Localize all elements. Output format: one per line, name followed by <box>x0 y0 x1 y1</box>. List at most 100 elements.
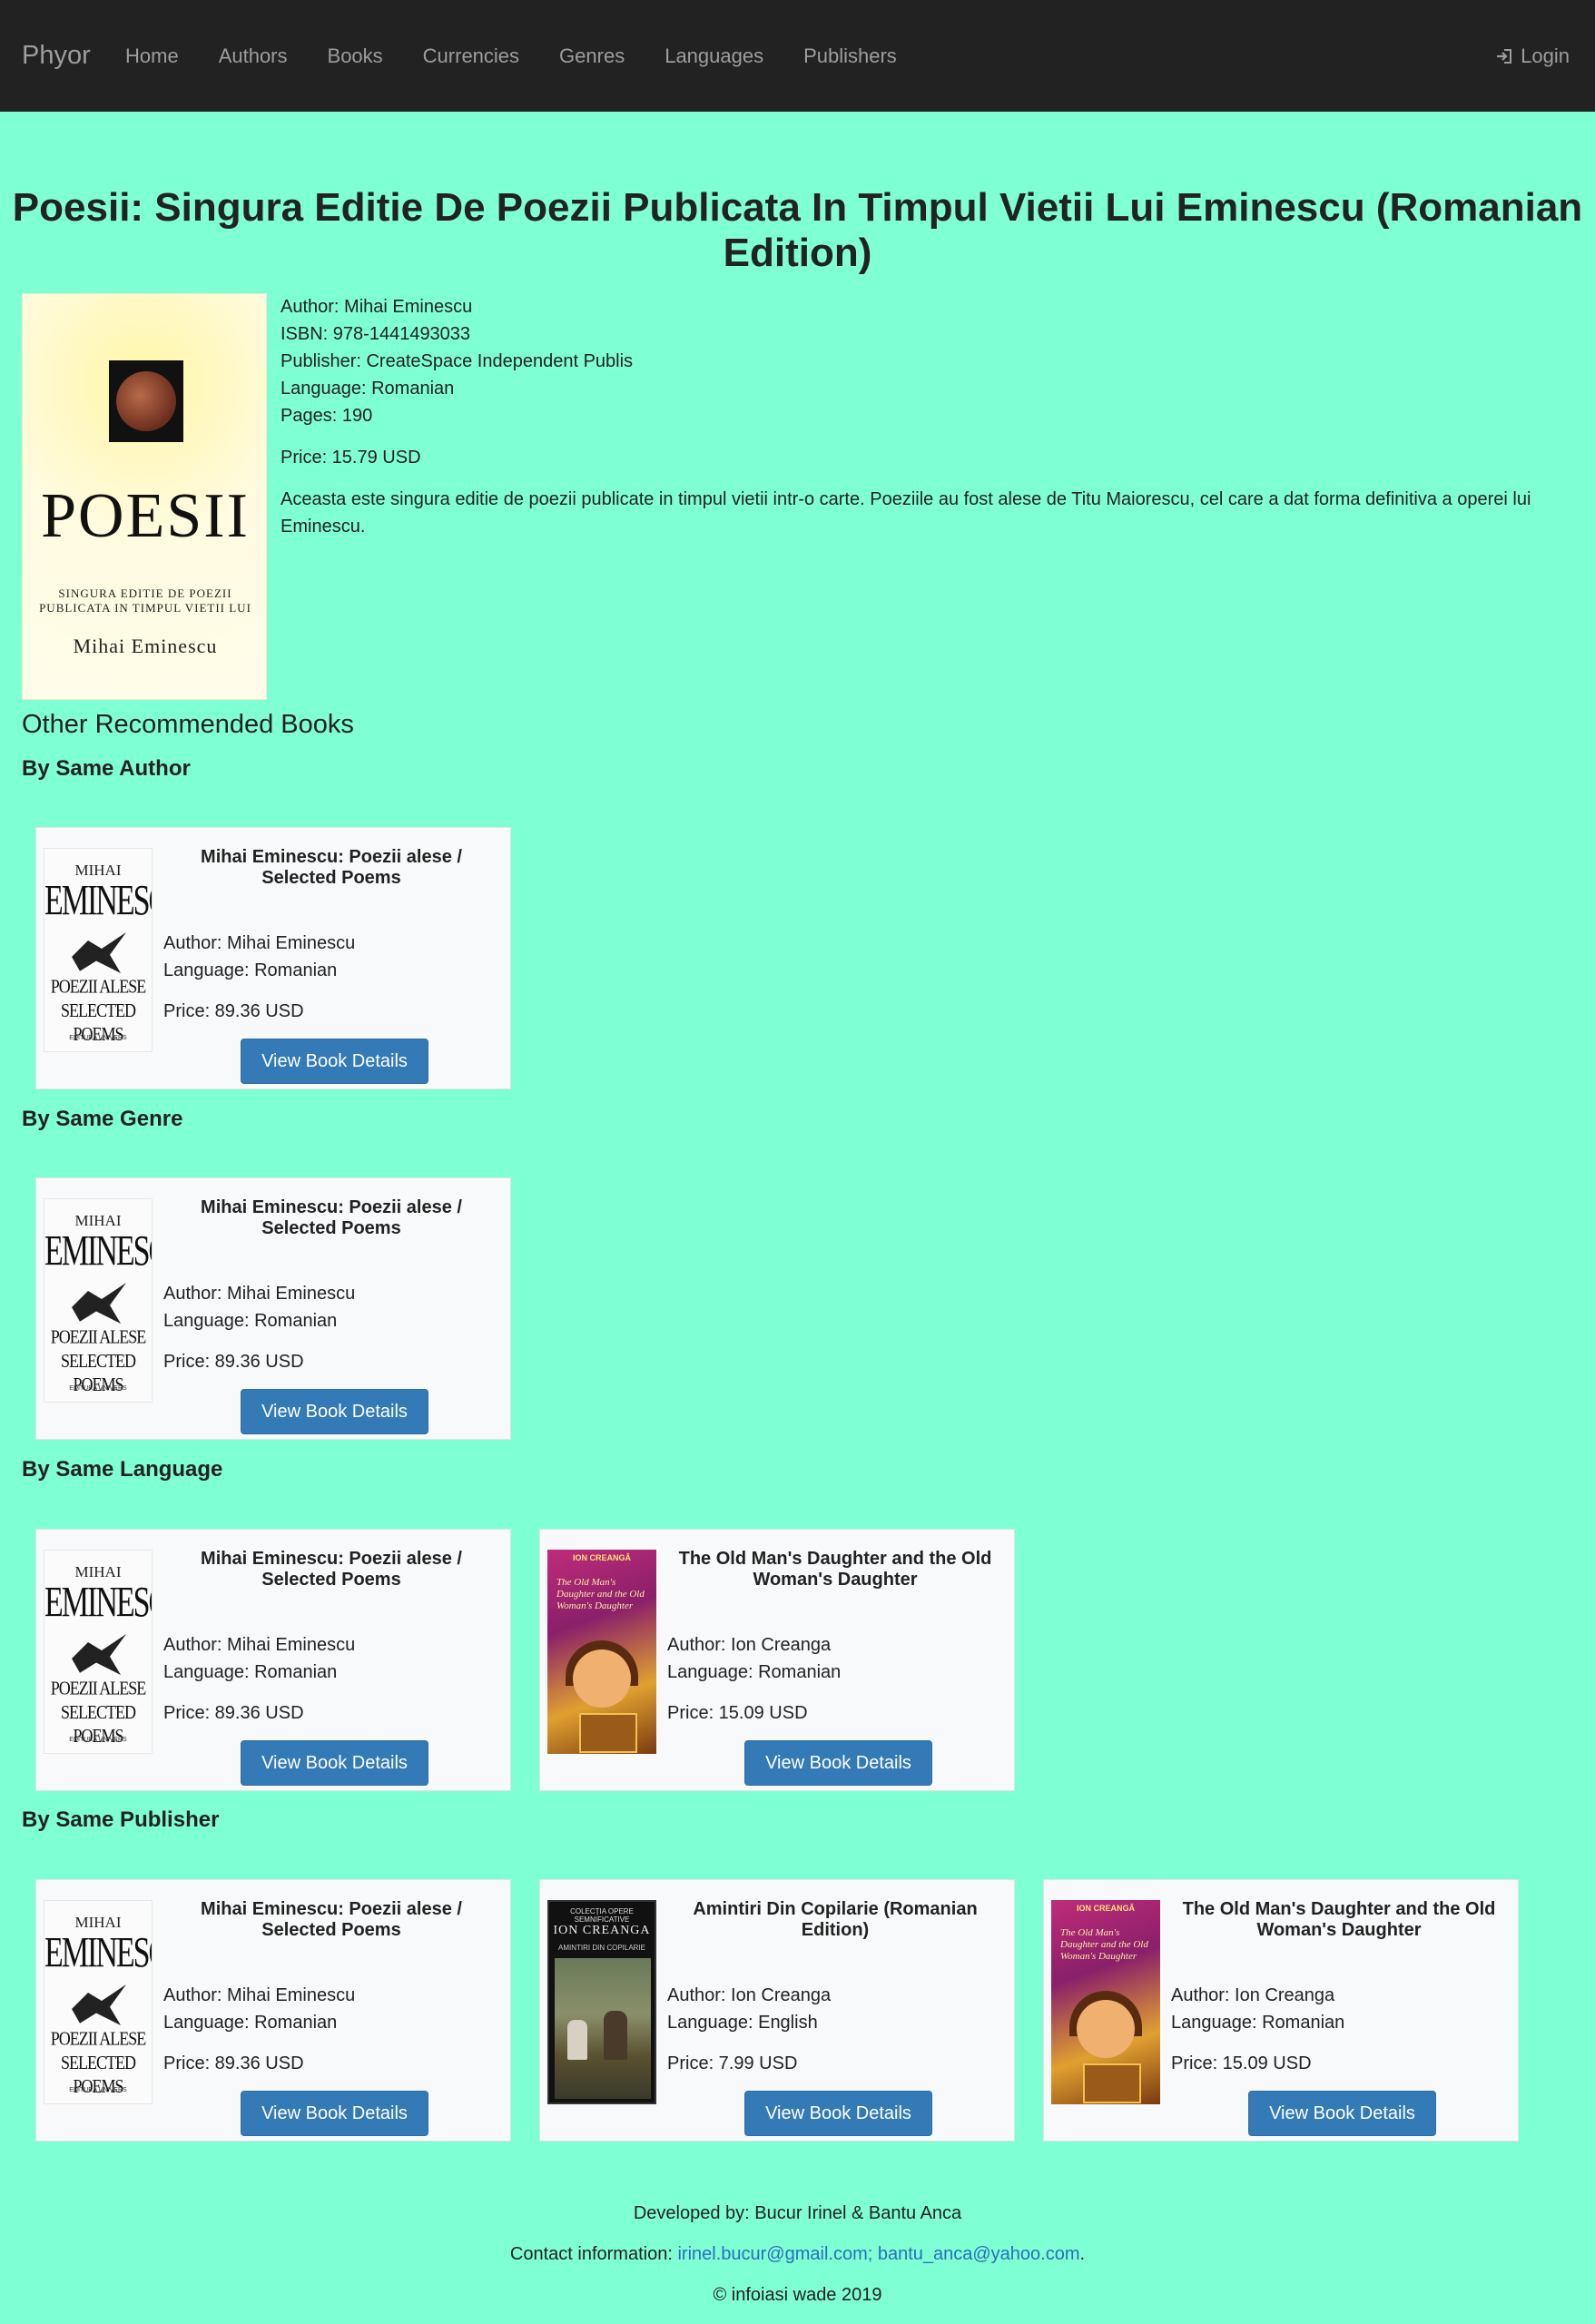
thumb-bird-image <box>72 1634 126 1675</box>
thumb-illustration-figure <box>604 2011 627 2060</box>
footer-developed: Developed by: Bucur Irinel & Bantu Anca <box>633 2203 962 2223</box>
book-thumbnail: ION CREANGĂ The Old Man's Daughter and th… <box>1051 1900 1160 2104</box>
book-card-title: The Old Man's Daughter and the Old Woman… <box>1182 1899 1496 1940</box>
thumb-text-line1: POEZII ALESE <box>50 1325 147 1348</box>
book-thumbnail: MIHAIEMINESCUPOEZII ALESESELECTED POEMSE… <box>44 1550 153 1754</box>
recommended-heading: Other Recommended Books <box>22 710 354 739</box>
thumb-text-top: MIHAI <box>74 862 122 879</box>
book-card-price: Price: 15.09 USD <box>667 1703 808 1723</box>
book-pages: Pages: 190 <box>281 406 373 426</box>
navbar: Phyor Home Authors Books Currencies Genr… <box>0 0 1595 112</box>
thumb-bird-image <box>72 1984 126 2025</box>
book-card-title: Mihai Eminescu: Poezii alese / Selected … <box>201 1549 462 1590</box>
book-thumbnail: MIHAIEMINESCUPOEZII ALESESELECTED POEMSE… <box>44 1198 153 1403</box>
thumb-illustration-face <box>1077 2000 1135 2058</box>
cover-subtitle: Singura editie de poezii publicata in ti… <box>23 586 266 615</box>
book-card-info: Author: Ion Creanga Language: Romanian <box>1171 1982 1344 2036</box>
book-card-info: Author: Mihai Eminescu Language: Romanian <box>163 1280 355 1334</box>
contact-emails-link[interactable]: irinel.bucur@gmail.com; bantu_anca@yahoo… <box>677 2244 1079 2264</box>
book-card-price: Price: 89.36 USD <box>163 2053 304 2073</box>
view-book-details-button[interactable]: View Book Details <box>744 2091 932 2136</box>
thumb-text-top: MIHAI <box>74 1563 122 1581</box>
book-description: Aceasta este singura editie de poezii pu… <box>281 489 1531 537</box>
book-card-price: Price: 89.36 USD <box>163 1703 304 1723</box>
book-card-author: Author: Mihai Eminescu <box>163 1985 356 2005</box>
view-book-details-button[interactable]: View Book Details <box>241 1740 428 1786</box>
section-heading: By Same Publisher <box>22 1807 220 1832</box>
book-card-language: Language: Romanian <box>1171 2013 1345 2033</box>
book-thumbnail: COLECȚIA OPERE SEMNIFICATIVE ION CREANGA A… <box>547 1900 656 2104</box>
book-card-language: Language: Romanian <box>667 1662 842 1682</box>
nav-genres[interactable]: Genres <box>539 0 645 112</box>
book-card-title: Mihai Eminescu: Poezii alese / Selected … <box>201 1899 462 1940</box>
book-card-title: The Old Man's Daughter and the Old Woman… <box>678 1549 992 1590</box>
book-card: MIHAIEMINESCUPOEZII ALESESELECTED POEMSE… <box>35 1177 511 1440</box>
book-card-info: Author: Mihai Eminescu Language: Romanian <box>163 1631 355 1686</box>
book-card-title: Amintiri Din Copilarie (Romanian Edition… <box>693 1899 978 1940</box>
thumb-text-name: EMINESCU <box>44 1930 152 1977</box>
book-card: MIHAIEMINESCUPOEZII ALESESELECTED POEMSE… <box>35 1879 511 2142</box>
thumb-bird-image <box>72 932 126 973</box>
login-icon <box>1497 48 1512 64</box>
thumb-illustration-chest <box>1083 2063 1141 2103</box>
book-card-price: Price: 15.09 USD <box>1171 2053 1312 2073</box>
thumb-text-line1: POEZII ALESE <box>50 1677 147 1699</box>
cover-moon-image <box>109 360 183 442</box>
view-book-details-button[interactable]: View Book Details <box>241 2091 428 2136</box>
brand-link[interactable]: Phyor <box>22 0 91 112</box>
thumb-text-name: EMINESCU <box>44 878 152 925</box>
book-thumbnail: MIHAIEMINESCUPOEZII ALESESELECTED POEMSE… <box>44 1900 153 2104</box>
thumb-imprint: EDITURA UNIVERS <box>69 1737 127 1743</box>
book-card-author: Author: Ion Creanga <box>667 1635 832 1655</box>
thumb-text-author: ION CREANGĂ <box>572 1553 631 1562</box>
nav-publishers[interactable]: Publishers <box>783 0 917 112</box>
book-card-language: Language: Romanian <box>163 960 338 980</box>
book-card-language: Language: Romanian <box>163 2013 338 2033</box>
page-title: Poesii: Singura Editie De Poezii Publica… <box>12 185 1583 275</box>
nav-books[interactable]: Books <box>308 0 403 112</box>
book-card: ION CREANGĂ The Old Man's Daughter and th… <box>1043 1879 1519 2142</box>
view-book-details-button[interactable]: View Book Details <box>241 1039 428 1084</box>
book-card: ION CREANGĂ The Old Man's Daughter and th… <box>539 1529 1015 1791</box>
nav-home[interactable]: Home <box>105 0 199 112</box>
cover-subtitle-line1: Singura editie de poezii <box>58 586 232 600</box>
thumb-text-series: COLECȚIA OPERE SEMNIFICATIVE <box>570 1907 634 1924</box>
book-card-author: Author: Mihai Eminescu <box>163 933 356 953</box>
nav-authors[interactable]: Authors <box>199 0 308 112</box>
contact-end: . <box>1079 2244 1086 2264</box>
footer-contact: Contact information: irinel.bucur@gmail.… <box>0 2244 1595 2265</box>
thumb-text-author: ION CREANGĂ <box>1076 1904 1135 1913</box>
section-heading: By Same Genre <box>22 1107 183 1131</box>
thumb-imprint: EDITURA UNIVERS <box>69 2087 127 2093</box>
book-card: MIHAIEMINESCUPOEZII ALESESELECTED POEMSE… <box>35 827 511 1089</box>
book-card-info: Author: Mihai Eminescu Language: Romanian <box>163 930 355 984</box>
login-link[interactable]: Login <box>1495 0 1570 112</box>
book-card-language: Language: Romanian <box>163 1311 338 1331</box>
book-card: MIHAIEMINESCUPOEZII ALESESELECTED POEMSE… <box>35 1529 511 1791</box>
nav-languages[interactable]: Languages <box>645 0 783 112</box>
thumb-imprint: EDITURA UNIVERS <box>69 1385 127 1392</box>
thumb-text-author: ION CREANGA <box>553 1924 651 1937</box>
book-card-title: Mihai Eminescu: Poezii alese / Selected … <box>201 847 462 888</box>
view-book-details-button[interactable]: View Book Details <box>1248 2091 1436 2136</box>
book-details: Author: Mihai Eminescu ISBN: 978-1441493… <box>281 293 1579 540</box>
book-card: COLECȚIA OPERE SEMNIFICATIVE ION CREANGA A… <box>539 1879 1015 2142</box>
view-book-details-button[interactable]: View Book Details <box>241 1389 428 1434</box>
cover-title: POESII <box>41 481 250 551</box>
thumb-bird-image <box>72 1283 126 1324</box>
book-card-price: Price: 89.36 USD <box>163 1352 304 1372</box>
section-heading: By Same Language <box>22 1457 223 1482</box>
nav-currencies[interactable]: Currencies <box>403 0 539 112</box>
book-card-author: Author: Ion Creanga <box>1171 1985 1335 2005</box>
footer-copyright: © infoiasi wade 2019 <box>713 2285 882 2305</box>
thumb-text-name: EMINESCU <box>44 1228 152 1275</box>
book-thumbnail: ION CREANGĂ The Old Man's Daughter and th… <box>547 1550 656 1754</box>
thumb-text-name: EMINESCU <box>44 1580 152 1627</box>
thumb-text-title: The Old Man's Daughter and the Old Woman… <box>556 1577 645 1611</box>
view-book-details-button[interactable]: View Book Details <box>744 1740 932 1786</box>
login-label: Login <box>1521 44 1570 67</box>
cover-subtitle-line2: publicata in timpul vietii lui <box>39 601 251 615</box>
book-card-info: Author: Mihai Eminescu Language: Romanian <box>163 1982 355 2036</box>
book-card-author: Author: Ion Creanga <box>667 1985 832 2005</box>
thumb-text-title: AMINTIRI DIN COPILARIE <box>557 1944 645 1952</box>
